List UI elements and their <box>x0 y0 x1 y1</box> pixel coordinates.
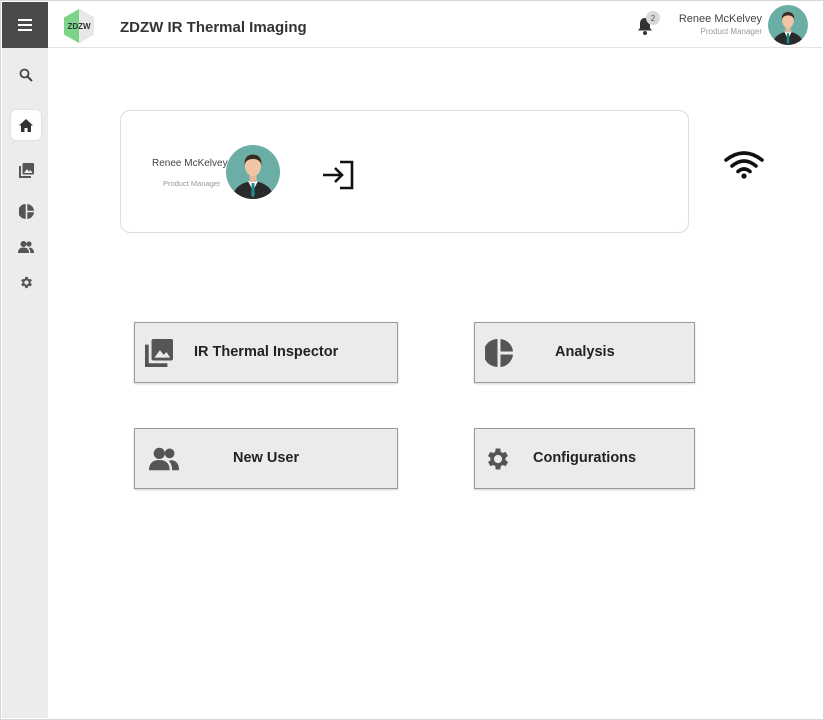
notification-badge: 2 <box>646 11 660 25</box>
sidebar-item-search[interactable] <box>11 60 41 90</box>
sidebar-item-analysis[interactable] <box>11 196 41 226</box>
avatar[interactable] <box>768 5 808 45</box>
configurations-label: Configurations <box>533 450 637 466</box>
photo-library-icon <box>18 162 34 178</box>
app-title: ZDZW IR Thermal Imaging <box>120 19 307 36</box>
logo-text: ZDZW <box>67 22 91 31</box>
pie-chart-icon <box>485 339 513 367</box>
menu-button[interactable] <box>2 2 48 48</box>
profile-avatar <box>226 145 280 199</box>
app-frame <box>0 0 824 720</box>
ir-thermal-inspector-label: IR Thermal Inspector <box>194 344 339 360</box>
header-user-role: Product Manager <box>700 27 762 36</box>
profile-card <box>120 110 689 233</box>
header-user-name: Renee McKelvey <box>678 13 762 25</box>
people-icon <box>18 241 34 253</box>
ir-thermal-inspector-button[interactable]: IR Thermal Inspector <box>134 322 398 383</box>
wifi-icon <box>724 151 764 179</box>
top-bar: ZDZW ZDZW IR Thermal Imaging 2 Renee McK… <box>48 2 822 48</box>
login-icon[interactable] <box>322 160 356 190</box>
new-user-button[interactable]: New User <box>134 428 398 489</box>
gear-icon <box>487 448 509 470</box>
configurations-button[interactable]: Configurations <box>474 428 695 489</box>
profile-role: Product Manager <box>163 179 221 188</box>
pie-chart-icon <box>18 203 34 219</box>
profile-name: Renee McKelvey <box>152 158 228 169</box>
search-icon <box>19 68 33 82</box>
photo-library-icon <box>145 339 173 367</box>
sidebar-item-users[interactable] <box>11 232 41 262</box>
hamburger-icon <box>18 19 32 31</box>
sidebar-item-settings[interactable] <box>11 267 41 297</box>
new-user-label: New User <box>233 450 300 466</box>
sidebar-item-home[interactable] <box>11 110 41 140</box>
people-icon <box>149 447 179 471</box>
app-logo: ZDZW <box>62 8 96 44</box>
sidebar-item-images[interactable] <box>11 155 41 185</box>
home-icon <box>19 118 33 132</box>
gear-icon <box>20 276 32 288</box>
sidebar <box>2 2 48 718</box>
analysis-label: Analysis <box>555 344 615 360</box>
analysis-button[interactable]: Analysis <box>474 322 695 383</box>
